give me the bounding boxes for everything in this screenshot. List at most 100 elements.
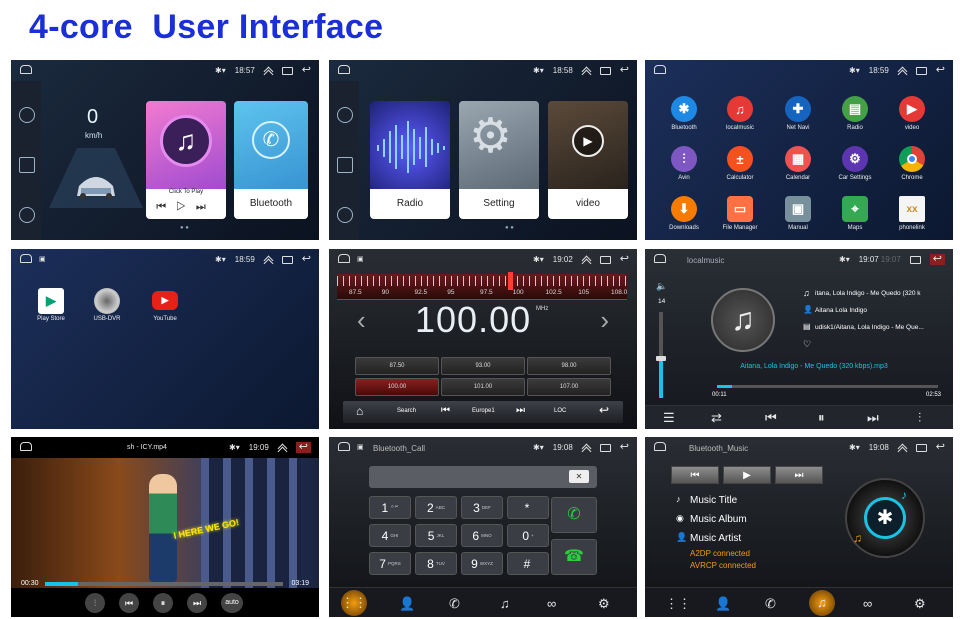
equalizer-icon[interactable]: ⫶	[918, 410, 921, 426]
home-button-icon[interactable]: ⌂	[356, 404, 363, 418]
collapse-icon[interactable]	[582, 66, 591, 75]
pause-button[interactable]: ⏸	[153, 593, 173, 613]
backspace-icon[interactable]: ✕	[569, 470, 589, 483]
back-icon[interactable]: ↩	[936, 65, 945, 76]
file-manager-app-icon[interactable]: ▭	[727, 196, 753, 222]
home-icon[interactable]	[338, 442, 350, 451]
radio-card[interactable]: Radio	[370, 101, 450, 219]
keypad-key[interactable]: 0 +	[507, 524, 549, 547]
loc-button[interactable]: LOC	[554, 408, 566, 414]
previous-button[interactable]: ⏮	[119, 593, 139, 613]
back-icon[interactable]: ↩	[302, 254, 311, 265]
next-button[interactable]: ⏭	[187, 593, 207, 613]
keypad-key[interactable]: 8 TUV	[415, 552, 457, 575]
bluetooth-card[interactable]: ✆ Bluetooth	[234, 101, 308, 219]
back-icon[interactable]: ↩	[620, 65, 629, 76]
call-log-tab-icon[interactable]: ✆	[449, 596, 460, 612]
keypad-key[interactable]: 6 MNO	[461, 524, 503, 547]
car-settings-app-icon[interactable]: ⚙	[842, 146, 868, 172]
contacts-tab-icon[interactable]: 👤	[399, 596, 415, 612]
keypad-key[interactable]: #	[507, 552, 549, 575]
dialpad-tab-icon[interactable]: ⋮⋮	[665, 596, 691, 612]
phonelink-app-icon[interactable]: xx	[899, 196, 925, 222]
back-icon[interactable]: ↩	[620, 442, 629, 453]
music-progress-track[interactable]	[717, 385, 938, 388]
call-button[interactable]: ✆	[551, 497, 597, 533]
usb-dvr-app-icon[interactable]	[94, 288, 120, 314]
dialpad-tab-icon[interactable]: ⋮⋮	[341, 590, 367, 616]
bluetooth-app-icon[interactable]: ✱	[671, 96, 697, 122]
preset-button[interactable]: 93.00	[441, 357, 525, 375]
home-icon[interactable]	[654, 254, 666, 263]
video-card[interactable]: ▶ video	[548, 101, 628, 219]
back-icon[interactable]: ↩	[620, 254, 629, 265]
keypad-key[interactable]: 2 ABC	[415, 496, 457, 519]
frequency-scale[interactable]: 87.5 90 92.5 95 97.5 100 102.5 105 108.0	[337, 272, 627, 300]
net-navi-app-icon[interactable]: ✚	[785, 96, 811, 122]
volume-slider-thumb[interactable]	[656, 356, 666, 362]
setting-card[interactable]: ⚙ Setting	[459, 101, 539, 219]
preset-button[interactable]: 107.00	[527, 378, 611, 396]
collapse-icon[interactable]	[582, 255, 591, 264]
recent-apps-icon[interactable]	[909, 255, 921, 264]
play-store-app-icon[interactable]: ▶	[38, 288, 64, 314]
contacts-tab-icon[interactable]: 👤	[715, 596, 731, 612]
home-icon[interactable]	[338, 65, 350, 74]
collapse-icon[interactable]	[278, 443, 287, 452]
return-icon[interactable]: ↩	[599, 403, 609, 417]
music-card[interactable]: ♫ Click To Play ⏮▷⏭	[146, 101, 226, 219]
previous-icon[interactable]: ⏮	[765, 410, 777, 426]
repeat-icon[interactable]: ⇄	[711, 410, 722, 426]
collapse-icon[interactable]	[898, 66, 907, 75]
calculator-app-icon[interactable]: ±	[727, 146, 753, 172]
pause-icon[interactable]: ⏸	[818, 410, 825, 426]
keypad-key[interactable]: 7 PQRS	[369, 552, 411, 575]
keypad-key[interactable]: *	[507, 496, 549, 519]
settings-tab-icon[interactable]: ⚙	[598, 596, 610, 612]
chrome-app-icon[interactable]	[899, 146, 925, 172]
back-icon[interactable]: ↩	[936, 442, 945, 453]
next-station-button[interactable]: ›	[600, 305, 609, 336]
preset-button[interactable]: 98.00	[527, 357, 611, 375]
pairing-tab-icon[interactable]: ∞	[547, 596, 556, 611]
next-track-button[interactable]: ⏭	[775, 466, 823, 484]
hangup-button[interactable]: ☎	[551, 539, 597, 575]
collapse-icon[interactable]	[264, 255, 273, 264]
equalizer-button[interactable]: ⫶	[85, 593, 105, 613]
keypad-key[interactable]: 5 JKL	[415, 524, 457, 547]
collapse-icon[interactable]	[264, 66, 273, 75]
playlist-icon[interactable]: ☰	[663, 410, 675, 426]
seek-back-icon[interactable]: ⏮	[441, 405, 450, 416]
preset-button[interactable]: 87.50	[355, 357, 439, 375]
keypad-key[interactable]: 3 DEF	[461, 496, 503, 519]
back-icon[interactable]: ↩	[929, 254, 945, 265]
favorite-icon[interactable]: ♡	[803, 339, 811, 350]
video-app-icon[interactable]: ▶	[899, 96, 925, 122]
localmusic-app-icon[interactable]: ♫	[727, 96, 753, 122]
home-icon[interactable]	[654, 65, 666, 74]
auto-button[interactable]: auto	[221, 593, 243, 613]
keypad-key[interactable]: 1 ᅌᅃ	[369, 496, 411, 519]
manual-app-icon[interactable]: ▣	[785, 196, 811, 222]
play-button[interactable]: ▶	[723, 466, 771, 484]
dial-number-field[interactable]: ✕	[369, 466, 597, 488]
prev-station-button[interactable]: ‹	[357, 305, 366, 336]
calendar-app-icon[interactable]: ▦	[785, 146, 811, 172]
keypad-key[interactable]: 9 WXYZ	[461, 552, 503, 575]
video-progress-track[interactable]	[45, 582, 283, 586]
previous-track-button[interactable]: ⏮	[671, 466, 719, 484]
downloads-app-icon[interactable]: ⬇	[671, 196, 697, 222]
navigation-icon[interactable]	[19, 207, 35, 223]
recent-apps-icon[interactable]	[281, 66, 293, 75]
recent-apps-icon[interactable]	[599, 66, 611, 75]
recent-apps-icon[interactable]	[915, 66, 927, 75]
search-button[interactable]: Search	[397, 408, 416, 414]
recent-apps-icon[interactable]	[599, 255, 611, 264]
preset-button[interactable]: 101.00	[441, 378, 525, 396]
collapse-icon[interactable]	[582, 443, 591, 452]
home-icon[interactable]	[20, 65, 32, 74]
next-icon[interactable]: ⏭	[867, 410, 879, 426]
bt-music-tab-icon[interactable]: ♫	[809, 590, 835, 616]
preset-button-active[interactable]: 100.00	[355, 378, 439, 396]
back-icon[interactable]: ↩	[295, 442, 311, 453]
